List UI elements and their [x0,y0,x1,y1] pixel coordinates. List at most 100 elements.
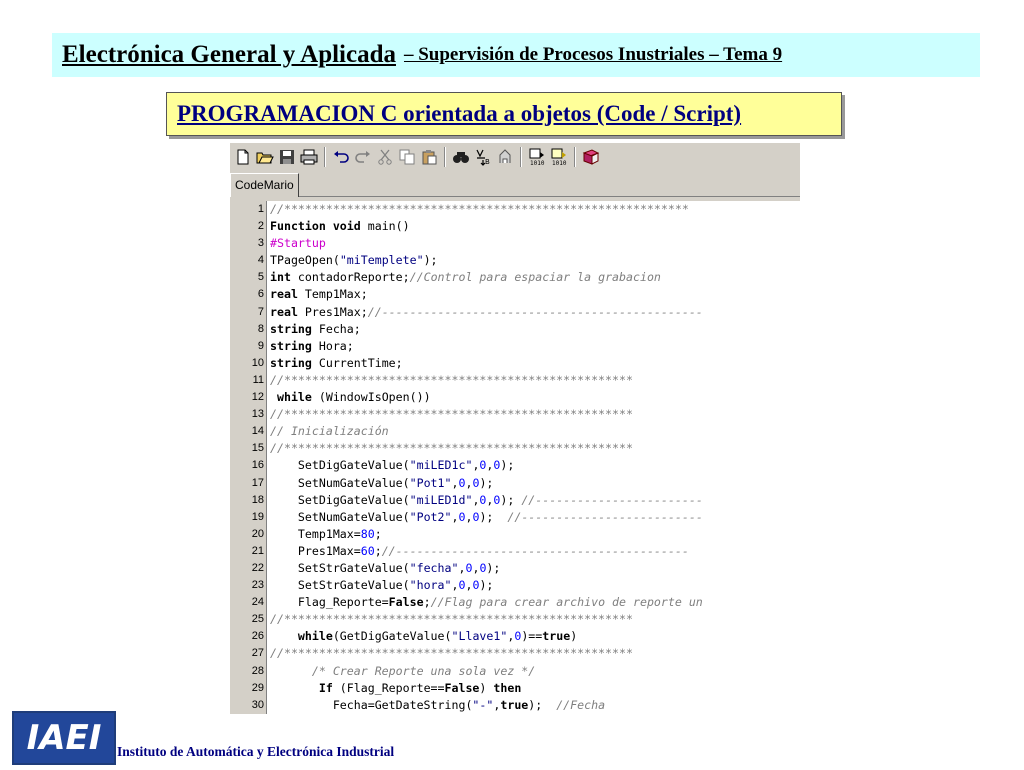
book-icon[interactable] [580,146,602,168]
line-number: 30 [251,698,264,711]
code-line: 10 string CurrentTime; [230,355,800,372]
undo-icon[interactable] [330,146,352,168]
tab-codemario[interactable]: CodeMario [230,173,299,197]
slide-header: Electrónica General y Aplicada – Supervi… [52,33,980,77]
code-line: 16 SetDigGateValue("miLED1c",0,0); [230,457,800,474]
code-token: //Fecha [556,697,606,712]
code-token: TPageOpen( [270,253,340,268]
code-token: False [444,680,480,695]
toolbar-separator [444,147,446,167]
code-line: 3 #Startup [230,235,800,252]
line-number: 11 [252,373,264,386]
code-token: If [270,680,333,695]
line-number: 8 [257,322,264,335]
code-line: 13 //************************************… [230,406,800,423]
code-token: SetStrGateValue( [270,560,410,575]
code-area[interactable]: 1 //*************************************… [230,201,800,714]
line-number: 15 [251,442,264,455]
compile-icon[interactable] [494,146,516,168]
code-token: 80 [360,526,375,541]
line-number: 7 [257,305,264,318]
find-replace-icon[interactable]: B [472,146,494,168]
print-icon[interactable] [298,146,320,168]
copy-icon[interactable] [396,146,418,168]
code-token: //**************************************… [270,646,633,661]
cut-icon[interactable] [374,146,396,168]
code-token: //--------------------------------------… [367,304,703,319]
code-text: real Temp1Max; [270,286,368,303]
code-line: 7 real Pres1Max;//-----------------------… [230,304,800,321]
code-token: ); [423,253,438,268]
code-token: "Pot2" [409,509,452,524]
code-token: //Control para espaciar la grabacion [409,270,661,285]
code-token: real [270,304,298,319]
code-text: //**************************************… [270,406,633,423]
line-number: 13 [251,408,264,421]
code-token: #Startup [270,236,326,251]
code-token: Temp1Max; [297,287,368,302]
code-token: string [270,355,312,370]
editor-tabs: CodeMario [230,171,800,197]
code-token: ) [479,680,494,695]
code-token: Flag_Reporte= [270,595,389,610]
code-token: ); [479,578,494,593]
iaei-logo: IAEI [12,711,116,765]
code-token: //------------------------ [521,492,703,507]
find-icon[interactable] [450,146,472,168]
toolbar-separator [574,147,576,167]
slide-subtitle: – Supervisión de Procesos Inustriales – … [403,44,783,65]
code-line: 6 real Temp1Max; [230,286,800,303]
open-folder-icon[interactable] [254,146,276,168]
code-token: //**************************************… [270,612,633,627]
code-text: Pres1Max=60;//--------------------------… [270,543,689,560]
institution-name: Instituto de Automática y Electrónica In… [117,744,395,759]
code-token: while [270,629,333,644]
code-line: 4 TPageOpen("miTemplete"); [230,252,800,269]
code-line: 19 SetNumGateValue("Pot2",0,0); //------… [230,509,800,526]
code-token: (Flag_Reporte== [332,680,445,695]
code-token: "hora" [409,578,452,593]
code-line: 14 // Inicialización [230,423,800,440]
code-text: //**************************************… [270,611,633,628]
code-token: ); [479,475,494,490]
redo-icon[interactable] [352,146,374,168]
code-text: // Inicialización [270,423,389,440]
code-token: CurrentTime; [311,355,403,370]
code-token: Fecha; [311,321,361,336]
line-number: 12 [251,391,264,404]
code-line: 30 Fecha=GetDateString("-",true); //Fech… [230,697,800,714]
code-line: 17 SetNumGateValue("Pot1",0,0); [230,475,800,492]
code-token: Function void [270,219,361,234]
code-token: //**************************************… [270,407,633,422]
code-line: 24 Flag_Reporte=False;//Flag para crear … [230,594,800,611]
code-text: TPageOpen("miTemplete"); [270,252,438,269]
code-token: False [388,595,424,610]
code-lines: 1 //*************************************… [230,201,800,714]
code-token: //Flag para crear archivo de reporte un [430,595,703,610]
run-icon[interactable]: 1010 [548,146,570,168]
line-number: 10 [251,356,264,369]
new-file-icon[interactable] [232,146,254,168]
code-token: "fecha" [409,560,459,575]
code-token: ; [423,595,431,610]
code-line: 22 SetStrGateValue("fecha",0,0); [230,560,800,577]
line-number: 16 [251,459,264,472]
save-icon[interactable] [276,146,298,168]
line-number: 5 [257,271,264,284]
code-text: while(GetDigGateValue("Llave1",0)==true) [270,628,577,645]
line-number: 26 [251,630,264,643]
code-token: real [270,287,298,302]
code-token: Temp1Max= [270,526,361,541]
code-line: 18 SetDigGateValue("miLED1d",0,0); //---… [230,492,800,509]
logo-text: IAEI [27,718,102,758]
line-number: 19 [251,510,264,523]
code-token: SetNumGateValue( [270,509,410,524]
paste-icon[interactable] [418,146,440,168]
line-number: 20 [251,527,264,540]
code-text: string CurrentTime; [270,355,403,372]
code-token: SetNumGateValue( [270,475,410,490]
code-token: Pres1Max= [270,543,361,558]
step-icon[interactable]: 1010 [526,146,548,168]
code-line: 23 SetStrGateValue("hora",0,0); [230,577,800,594]
code-editor-window: B 1010 1010 CodeMario 1 //***************… [230,143,800,714]
